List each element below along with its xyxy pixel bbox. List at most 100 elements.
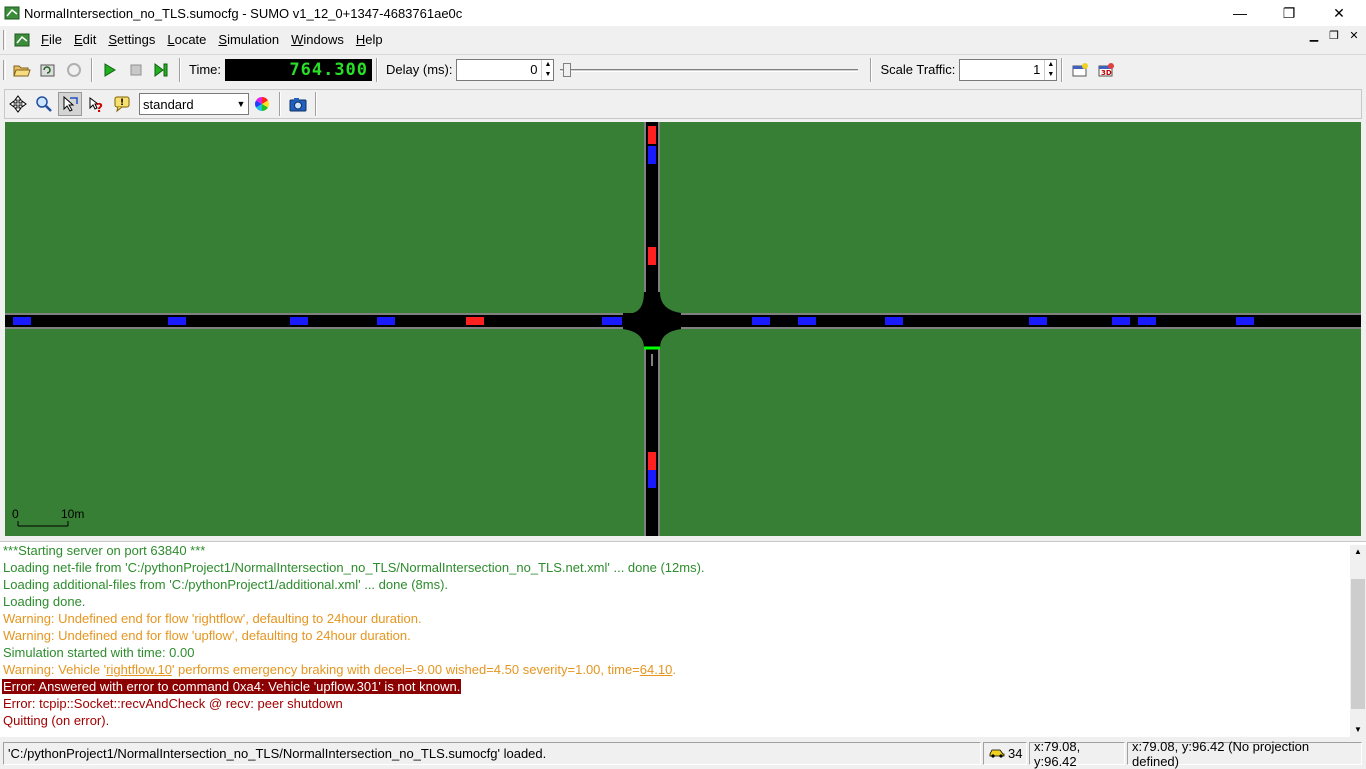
window-title: NormalIntersection_no_TLS.sumocfg - SUMO… <box>24 5 463 21</box>
vehicle[interactable] <box>1029 317 1047 325</box>
vehicle-emergency[interactable] <box>648 126 656 144</box>
log-line: Warning: Undefined end for flow 'upflow'… <box>3 628 411 643</box>
vehicle[interactable] <box>752 317 770 325</box>
mdi-minimize-button[interactable]: ▁ <box>1306 29 1322 42</box>
run-icon[interactable] <box>98 58 122 82</box>
menu-help[interactable]: Help <box>350 32 389 47</box>
log-text: . <box>672 662 676 677</box>
horizontal-road <box>5 313 1361 329</box>
chevron-down-icon[interactable]: ▼ <box>234 94 248 114</box>
recenter-view-icon[interactable] <box>6 92 30 116</box>
log-line-emergency: Warning: Vehicle 'rightflow.10' performs… <box>3 661 676 678</box>
vehicle[interactable] <box>1138 317 1156 325</box>
log-line: Quitting (on error). <box>3 713 110 728</box>
select-help-icon[interactable]: ? <box>84 92 108 116</box>
log-line-selected[interactable]: Error: Answered with error to command 0x… <box>2 678 462 695</box>
scale-zero-label: 0 <box>12 507 19 521</box>
locate-junction-icon[interactable] <box>58 92 82 116</box>
status-bar: 'C:/pythonProject1/NormalIntersection_no… <box>0 739 1366 769</box>
screenshot-camera-icon[interactable] <box>286 92 310 116</box>
time-link[interactable]: 64.10 <box>640 662 673 677</box>
vehicle[interactable] <box>602 317 622 325</box>
toolbar-grip[interactable] <box>3 29 6 50</box>
log-line: Error: tcpip::Socket::recvAndCheck @ rec… <box>3 696 343 711</box>
scale-spin-arrows[interactable]: ▲ ▼ <box>1044 59 1056 80</box>
vehicle-emergency[interactable] <box>466 317 484 325</box>
step-icon[interactable] <box>150 58 174 82</box>
new-view-icon[interactable] <box>1068 58 1092 82</box>
coords-display: x:79.08, y:96.42 <box>1029 739 1125 769</box>
svg-text:!: ! <box>120 98 124 108</box>
log-line: Loading net-file from 'C:/pythonProject1… <box>3 560 705 575</box>
tooltip-icon[interactable]: ! <box>110 92 134 116</box>
delay-slider[interactable] <box>560 59 859 81</box>
separator <box>1061 57 1064 82</box>
svg-text:?: ? <box>96 101 103 113</box>
delay-spin-arrows[interactable]: ▲ ▼ <box>541 59 553 80</box>
color-wheel-icon[interactable] <box>250 92 274 116</box>
mdi-restore-button[interactable]: ❐ <box>1326 29 1342 42</box>
vehicle[interactable] <box>1112 317 1130 325</box>
toolbar-grip[interactable] <box>3 59 6 80</box>
vehicle-link[interactable]: rightflow.10 <box>106 662 172 677</box>
minimize-button[interactable]: — <box>1217 0 1263 26</box>
vehicle[interactable] <box>377 317 395 325</box>
menu-edit[interactable]: Edit <box>68 32 102 47</box>
close-sim-icon[interactable] <box>62 58 86 82</box>
menu-settings[interactable]: Settings <box>102 32 161 47</box>
log-text: Warning: Vehicle ' <box>3 662 107 677</box>
status-message: 'C:/pythonProject1/NormalIntersection_no… <box>3 742 981 765</box>
simulation-view[interactable]: 0 10m <box>5 122 1361 536</box>
delay-label: Delay (ms): <box>386 62 453 77</box>
mdi-close-button[interactable]: ✕ <box>1346 29 1362 42</box>
separator <box>870 57 873 82</box>
log-line: Loading additional-files from 'C:/python… <box>3 577 449 592</box>
separator <box>279 92 281 116</box>
close-button[interactable]: ✕ <box>1316 0 1362 26</box>
menu-simulation[interactable]: Simulation <box>212 32 285 47</box>
scroll-thumb[interactable] <box>1351 579 1365 709</box>
svg-text:3D: 3D <box>1101 69 1112 77</box>
menu-windows[interactable]: Windows <box>285 32 350 47</box>
view-toolbar: ? ! standard ▼ <box>4 89 1362 119</box>
open-folder-icon[interactable] <box>10 58 34 82</box>
delay-slider-thumb[interactable] <box>563 62 572 77</box>
vehicle-emergency[interactable] <box>648 452 656 470</box>
menu-file[interactable]: File <box>35 32 68 47</box>
scroll-down-arrow[interactable]: ▼ <box>1350 723 1366 737</box>
zoom-icon[interactable] <box>32 92 56 116</box>
view-scheme-select[interactable]: standard ▼ <box>139 93 249 115</box>
menu-locate[interactable]: Locate <box>161 32 212 47</box>
log-line: ***Starting server on port 63840 *** <box>3 543 206 558</box>
vehicle[interactable] <box>648 146 656 164</box>
scroll-up-arrow[interactable]: ▲ <box>1350 545 1366 559</box>
view-scheme-value: standard <box>143 96 194 112</box>
reload-icon[interactable] <box>36 58 60 82</box>
vehicle[interactable] <box>1236 317 1254 325</box>
stop-icon[interactable] <box>124 58 148 82</box>
vehicle[interactable] <box>798 317 816 325</box>
vehicle[interactable] <box>290 317 308 325</box>
junction[interactable] <box>623 292 681 348</box>
log-line: Warning: Undefined end for flow 'rightfl… <box>3 611 422 626</box>
vehicle[interactable] <box>168 317 186 325</box>
delay-spinner[interactable]: 0 ▲ ▼ <box>456 58 555 81</box>
message-log[interactable]: ***Starting server on port 63840 *** Loa… <box>0 541 1366 737</box>
scale-traffic-spinner[interactable]: 1 ▲ ▼ <box>959 58 1058 81</box>
network-canvas[interactable] <box>5 122 1361 536</box>
log-text: ' performs emergency braking with decel=… <box>171 662 640 677</box>
vehicle[interactable] <box>648 470 656 488</box>
separator <box>91 57 93 82</box>
maximize-button[interactable]: ❐ <box>1266 0 1312 26</box>
car-icon <box>988 746 1006 761</box>
time-label: Time: <box>189 62 222 77</box>
vehicle[interactable] <box>885 317 903 325</box>
sumo-app-icon <box>4 5 20 21</box>
sumo-doc-icon <box>10 28 34 52</box>
delay-slider-track <box>560 68 859 72</box>
vehicle-emergency[interactable] <box>648 247 656 265</box>
new-3d-view-icon[interactable]: 3D <box>1094 58 1118 82</box>
menu-bar: File Edit Settings Locate Simulation Win… <box>0 27 1366 52</box>
log-scrollbar[interactable]: ▲ ▼ <box>1350 545 1366 737</box>
vehicle[interactable] <box>13 317 31 325</box>
